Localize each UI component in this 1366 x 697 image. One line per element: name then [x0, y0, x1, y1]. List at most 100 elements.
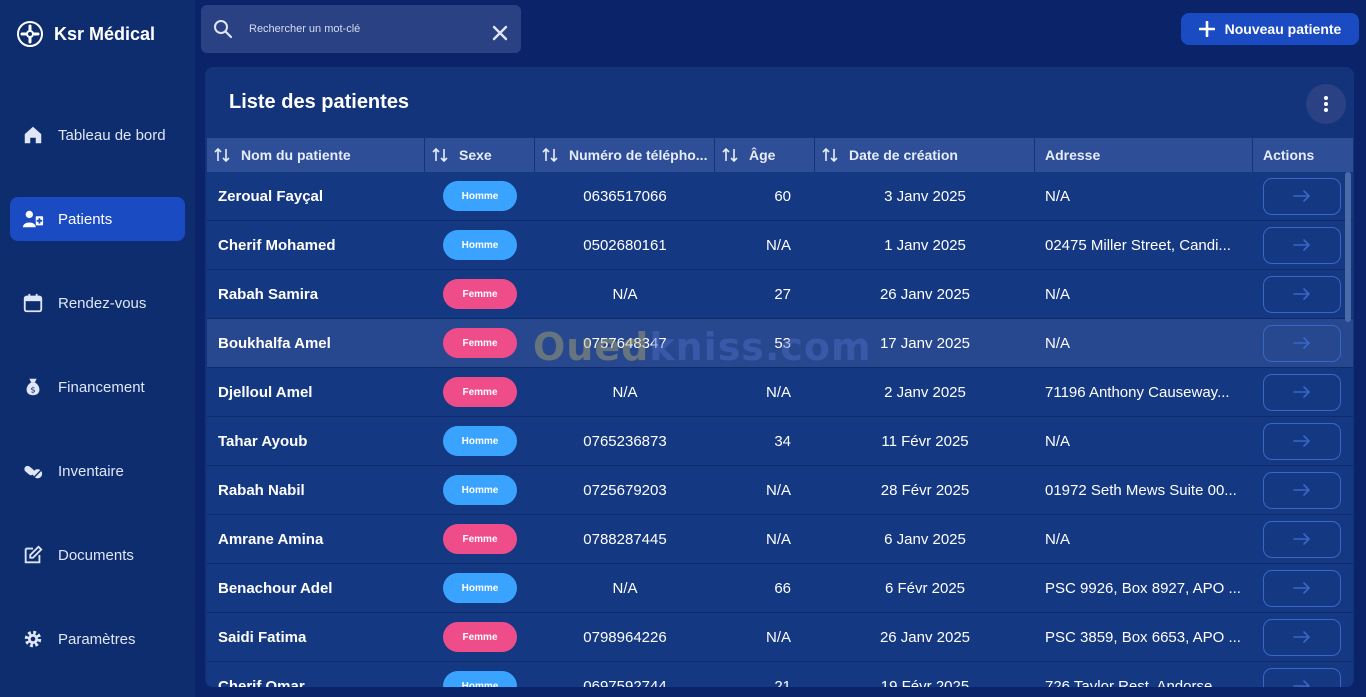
- sex-cell: Femme: [425, 319, 535, 368]
- column-header-actions: Actions: [1263, 147, 1315, 163]
- open-patient-button[interactable]: [1263, 373, 1341, 411]
- address-cell: 01972 Seth Mews Suite 00...: [1035, 466, 1253, 515]
- date-cell: 26 Janv 2025: [879, 285, 971, 303]
- date-cell: 6 Janv 2025: [884, 530, 966, 548]
- sort-icon[interactable]: [213, 146, 231, 164]
- phone-cell: 0697592744: [583, 677, 667, 688]
- open-patient-button[interactable]: [1263, 471, 1341, 509]
- sex-badge: Femme: [443, 524, 517, 554]
- table-row[interactable]: Cherif Omar Homme 0697592744 21 19 Févr 2025…: [207, 662, 1353, 687]
- date-cell: 1 Janv 2025: [884, 236, 966, 254]
- open-patient-button[interactable]: [1263, 226, 1341, 264]
- sidebar-item-label: Patients: [58, 210, 113, 228]
- search-input[interactable]: [249, 19, 479, 39]
- address-cell: PSC 9926, Box 8927, APO ...: [1035, 564, 1253, 613]
- date-cell: 11 Févr 2025: [881, 432, 969, 450]
- actions-cell: [1253, 270, 1353, 319]
- table-row[interactable]: Cherif Mohamed Homme 0502680161 N/A 1 Janv 2…: [207, 221, 1353, 270]
- new-patient-button[interactable]: Nouveau patiente: [1181, 13, 1359, 45]
- actions-cell: [1253, 221, 1353, 270]
- age-cell: N/A: [765, 383, 791, 401]
- open-patient-button[interactable]: [1263, 667, 1341, 687]
- open-patient-button[interactable]: [1263, 177, 1341, 215]
- open-patient-button[interactable]: [1263, 275, 1341, 313]
- plus-icon: [1198, 21, 1215, 37]
- sex-badge: Femme: [443, 377, 517, 407]
- table-row[interactable]: Rabah Samira Femme N/A 27 26 Janv 2025 N/A: [207, 270, 1353, 319]
- address-text: 02475 Miller Street, Candi...: [1045, 236, 1231, 254]
- sex-badge: Homme: [443, 671, 517, 687]
- address-text: 01972 Seth Mews Suite 00...: [1045, 481, 1237, 499]
- logo-icon: [17, 21, 43, 47]
- arrow-right-icon: [1293, 680, 1311, 687]
- sort-icon[interactable]: [431, 146, 449, 164]
- arrow-right-icon: [1293, 484, 1311, 496]
- sidebar-item-label: Rendez-vous: [58, 294, 147, 312]
- open-patient-button[interactable]: [1263, 324, 1341, 362]
- edit-document-icon: [24, 545, 43, 564]
- sidebar-item-inventory[interactable]: Inventaire: [10, 449, 185, 493]
- age-cell: 53: [774, 334, 791, 352]
- sidebar-item-financing[interactable]: $ Financement: [10, 365, 185, 409]
- open-patient-button[interactable]: [1263, 569, 1341, 607]
- address-cell: 71196 Anthony Causeway...: [1035, 368, 1253, 417]
- open-patient-button[interactable]: [1263, 520, 1341, 558]
- actions-cell: [1253, 319, 1353, 368]
- column-header-date[interactable]: Date de création: [815, 138, 1035, 172]
- table-row[interactable]: Tahar Ayoub Homme 0765236873 34 11 Févr 2025…: [207, 417, 1353, 466]
- address-text: N/A: [1045, 334, 1071, 352]
- sidebar-item-label: Financement: [58, 378, 145, 396]
- open-patient-button[interactable]: [1263, 422, 1341, 460]
- age-cell: 34: [774, 432, 791, 450]
- sex-cell: Femme: [425, 613, 535, 662]
- table-row[interactable]: Boukhalfa Amel Femme 0757648347 53 17 Janv 2…: [207, 319, 1353, 368]
- sidebar-item-label: Tableau de bord: [58, 126, 166, 144]
- gear-icon: [24, 630, 42, 648]
- sex-badge: Femme: [443, 622, 517, 652]
- close-icon[interactable]: [491, 24, 509, 42]
- pills-icon: [24, 465, 43, 479]
- sidebar-item-settings[interactable]: Paramètres: [10, 617, 185, 661]
- app-logo[interactable]: Ksr Médical: [16, 20, 155, 48]
- sort-icon[interactable]: [821, 146, 839, 164]
- arrow-right-icon: [1293, 582, 1311, 594]
- column-header-phone[interactable]: Numéro de télépho...: [535, 138, 715, 172]
- table-row[interactable]: Djelloul Amel Femme N/A N/A 2 Janv 2025 71196…: [207, 368, 1353, 417]
- patient-name: Djelloul Amel: [218, 383, 313, 401]
- patient-name: Cherif Omar: [218, 677, 305, 688]
- actions-cell: [1253, 564, 1353, 613]
- table-row[interactable]: Benachour Adel Homme N/A 66 6 Févr 2025 PSC 9…: [207, 564, 1353, 613]
- sex-cell: Homme: [425, 466, 535, 515]
- patient-name: Rabah Nabil: [218, 481, 305, 499]
- table-row[interactable]: Rabah Nabil Homme 0725679203 N/A 28 Févr 202…: [207, 466, 1353, 515]
- money-bag-icon: $: [26, 378, 40, 396]
- column-header-sex[interactable]: Sexe: [425, 138, 535, 172]
- address-text: N/A: [1045, 530, 1071, 548]
- table-scrollbar[interactable]: [1345, 172, 1351, 322]
- table-row[interactable]: Saidi Fatima Femme 0798964226 N/A 26 Janv 20…: [207, 613, 1353, 662]
- more-options-button[interactable]: [1306, 84, 1346, 124]
- sidebar-item-dashboard[interactable]: Tableau de bord: [10, 113, 185, 157]
- sex-badge: Homme: [443, 475, 517, 505]
- sort-icon[interactable]: [541, 146, 559, 164]
- age-cell: N/A: [765, 530, 791, 548]
- sort-icon[interactable]: [721, 146, 739, 164]
- age-cell: 21: [774, 677, 791, 688]
- actions-cell: [1253, 662, 1353, 687]
- date-cell: 26 Janv 2025: [879, 628, 971, 646]
- column-header-age[interactable]: Âge: [715, 138, 815, 172]
- patient-name: Cherif Mohamed: [218, 236, 336, 254]
- search-icon[interactable]: [213, 19, 233, 39]
- sidebar-item-patients[interactable]: Patients: [10, 197, 185, 241]
- open-patient-button[interactable]: [1263, 618, 1341, 656]
- table-row[interactable]: Zeroual Fayçal Homme 0636517066 60 3 Janv 20…: [207, 172, 1353, 221]
- address-text: 726 Taylor Rest, Andorse...: [1045, 677, 1225, 688]
- column-header-name[interactable]: Nom du patiente: [207, 138, 425, 172]
- sidebar-item-appointments[interactable]: Rendez-vous: [10, 281, 185, 325]
- sex-badge: Femme: [443, 279, 517, 309]
- table-row[interactable]: Amrane Amina Femme 0788287445 N/A 6 Janv 202…: [207, 515, 1353, 564]
- sidebar-item-documents[interactable]: Documents: [10, 533, 185, 577]
- address-cell: N/A: [1035, 172, 1253, 221]
- phone-cell: N/A: [612, 285, 638, 303]
- sex-cell: Femme: [425, 515, 535, 564]
